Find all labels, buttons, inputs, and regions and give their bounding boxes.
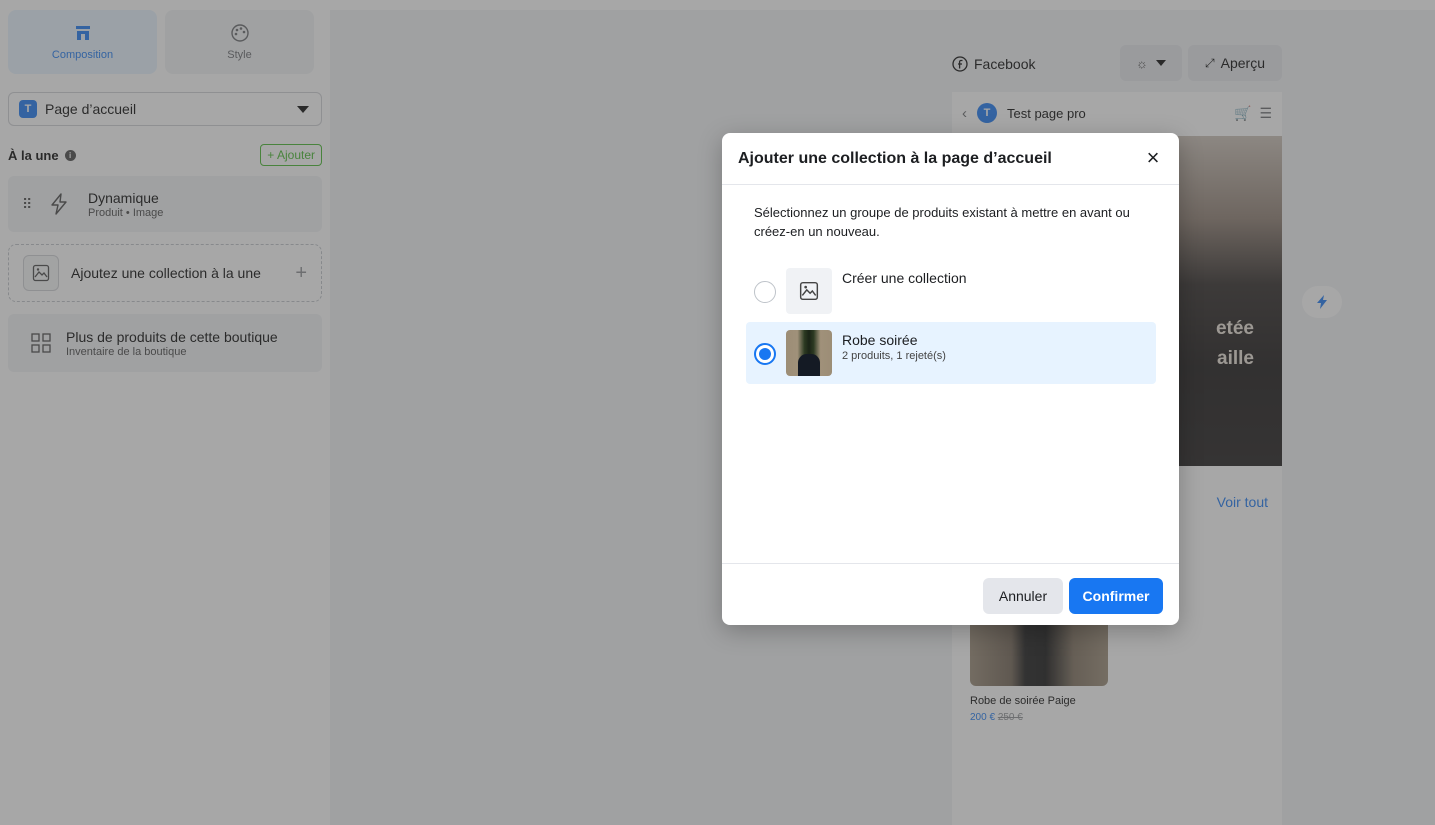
dialog-header: Ajouter une collection à la page d’accue…: [722, 133, 1179, 185]
image-icon: [786, 268, 832, 314]
modal-backdrop[interactable]: [0, 0, 1435, 825]
cancel-button[interactable]: Annuler: [983, 578, 1063, 614]
option-create-title: Créer une collection: [842, 270, 967, 286]
option-robe-title: Robe soirée: [842, 332, 918, 348]
collection-thumbnail: [786, 330, 832, 376]
option-robe-soiree[interactable]: Robe soirée 2 produits, 1 rejeté(s): [746, 322, 1156, 384]
option-create-collection[interactable]: Créer une collection: [746, 260, 1156, 322]
option-robe-subtitle: 2 produits, 1 rejeté(s): [842, 350, 946, 362]
dialog-footer: Annuler Confirmer: [722, 563, 1179, 625]
radio-robe-soiree[interactable]: [754, 343, 776, 365]
dialog-body: Sélectionnez un groupe de produits exist…: [722, 185, 1179, 241]
radio-create-collection[interactable]: [754, 281, 776, 303]
add-collection-dialog: Ajouter une collection à la page d’accue…: [722, 133, 1179, 625]
confirm-button[interactable]: Confirmer: [1069, 578, 1163, 614]
dialog-description: Sélectionnez un groupe de produits exist…: [754, 205, 1130, 239]
close-icon[interactable]: ×: [1141, 147, 1165, 171]
dialog-title: Ajouter une collection à la page d’accue…: [738, 149, 1052, 167]
